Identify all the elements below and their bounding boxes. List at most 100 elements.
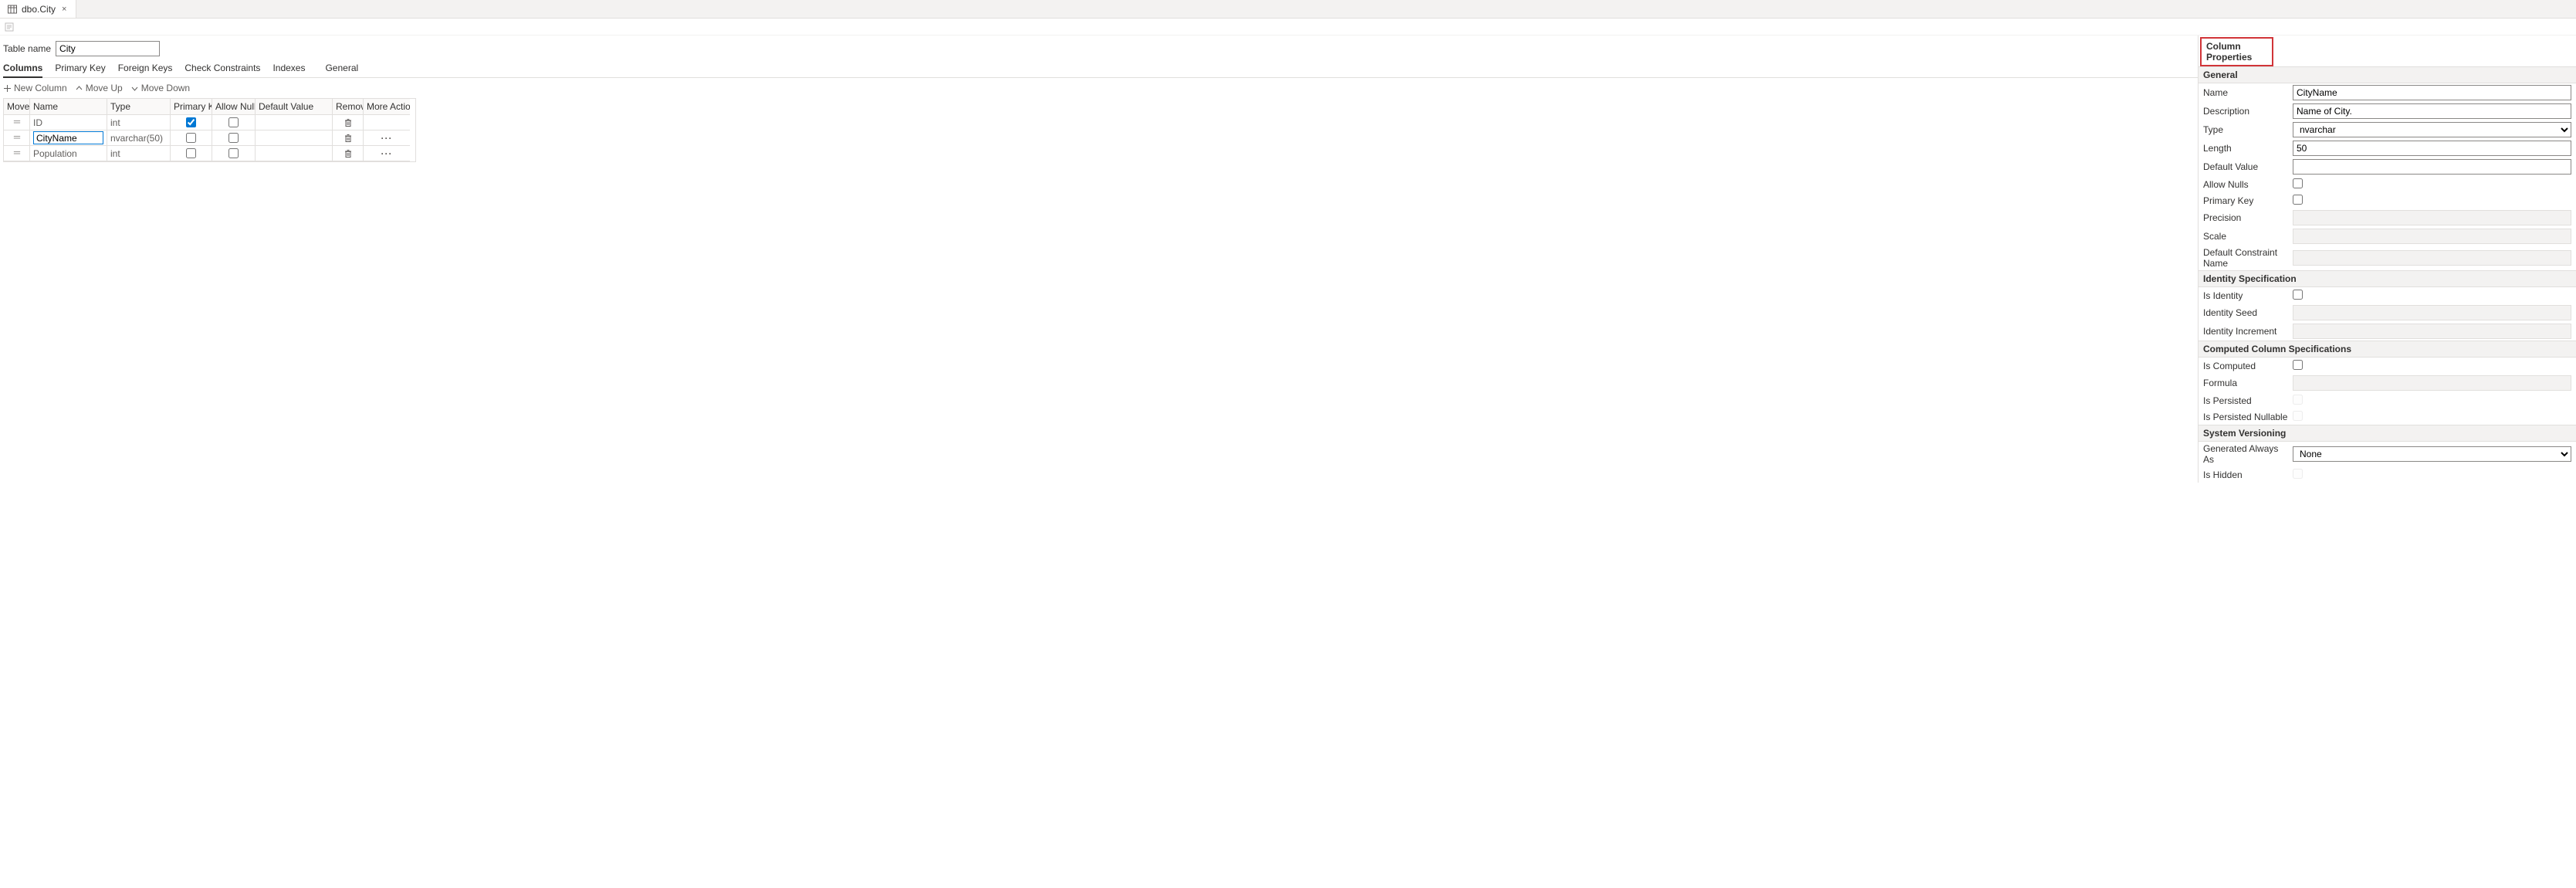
- allow-nulls-checkbox[interactable]: [228, 148, 239, 158]
- tab-indexes[interactable]: Indexes: [272, 63, 305, 77]
- cell-primary-key[interactable]: [171, 146, 212, 161]
- prop-name-label: Name: [2203, 87, 2288, 98]
- tab-foreign-keys[interactable]: Foreign Keys: [118, 63, 173, 77]
- prop-is-persisted-nullable-label: Is Persisted Nullable: [2203, 412, 2288, 422]
- col-name: Name: [30, 99, 107, 115]
- cell-more-actions[interactable]: ···: [364, 130, 410, 146]
- prop-default-value-label: Default Value: [2203, 161, 2288, 172]
- column-properties-title: Column Properties: [2200, 37, 2273, 66]
- cell-default-value[interactable]: [256, 130, 333, 146]
- cell-name[interactable]: ID: [30, 115, 107, 130]
- column-properties-pane: Column Properties General Name Descripti…: [2198, 36, 2576, 483]
- cell-more-actions[interactable]: ···: [364, 146, 410, 161]
- prop-scale-label: Scale: [2203, 231, 2288, 242]
- column-toolbar: New Column Move Up Move Down: [3, 78, 2198, 98]
- table-icon: [8, 5, 17, 14]
- cell-remove[interactable]: [333, 115, 364, 130]
- cell-allow-nulls[interactable]: [212, 146, 256, 161]
- close-icon[interactable]: ×: [60, 5, 68, 14]
- col-allow-nulls: Allow Nulls: [212, 99, 256, 115]
- prop-generated-select[interactable]: None: [2293, 446, 2571, 462]
- prop-default-constraint-input: [2293, 250, 2571, 266]
- prop-formula-label: Formula: [2203, 378, 2288, 388]
- table-row[interactable]: nvarchar(50) ···: [4, 130, 415, 146]
- prop-is-persisted-label: Is Persisted: [2203, 395, 2288, 406]
- table-row[interactable]: Population int ···: [4, 146, 415, 161]
- tab-dbo-city[interactable]: dbo.City ×: [0, 0, 76, 18]
- prop-is-hidden-label: Is Hidden: [2203, 469, 2288, 480]
- tab-primary-key[interactable]: Primary Key: [55, 63, 105, 77]
- move-up-button[interactable]: Move Up: [75, 83, 123, 93]
- prop-identity-increment-label: Identity Increment: [2203, 326, 2288, 337]
- cell-name[interactable]: [30, 130, 107, 146]
- chevron-down-icon: [130, 84, 139, 93]
- cell-remove[interactable]: [333, 146, 364, 161]
- tab-columns[interactable]: Columns: [3, 63, 42, 78]
- script-icon[interactable]: [5, 22, 14, 32]
- columns-grid: Move Name Type Primary Key Allow Nulls D…: [3, 98, 416, 162]
- table-row[interactable]: ID int: [4, 115, 415, 130]
- primary-key-checkbox[interactable]: [186, 148, 196, 158]
- drag-handle-icon[interactable]: [4, 130, 30, 146]
- cell-primary-key[interactable]: [171, 130, 212, 146]
- table-name-row: Table name: [3, 39, 2198, 61]
- chevron-up-icon: [75, 84, 83, 93]
- prop-is-computed-checkbox[interactable]: [2293, 360, 2303, 370]
- prop-allow-nulls-checkbox[interactable]: [2293, 178, 2303, 188]
- drag-handle-icon[interactable]: [4, 146, 30, 161]
- prop-length-input[interactable]: [2293, 141, 2571, 156]
- column-name-text: ID: [33, 117, 42, 128]
- prop-formula-input: [2293, 375, 2571, 391]
- table-name-input[interactable]: [56, 41, 160, 56]
- allow-nulls-checkbox[interactable]: [228, 133, 239, 143]
- tab-bar: dbo.City ×: [0, 0, 2576, 19]
- cell-default-value[interactable]: [256, 146, 333, 161]
- col-more-actions: More Actions: [364, 99, 410, 115]
- column-name-text: Population: [33, 148, 77, 159]
- primary-key-checkbox[interactable]: [186, 133, 196, 143]
- prop-identity-seed-input: [2293, 305, 2571, 320]
- cell-type[interactable]: int: [107, 146, 171, 161]
- tab-general[interactable]: General: [325, 63, 358, 77]
- prop-scale-input: [2293, 229, 2571, 244]
- trash-icon[interactable]: [344, 134, 353, 143]
- prop-identity-increment-input: [2293, 324, 2571, 339]
- primary-key-checkbox[interactable]: [186, 117, 196, 127]
- cell-default-value[interactable]: [256, 115, 333, 130]
- prop-primary-key-label: Primary Key: [2203, 195, 2288, 206]
- allow-nulls-checkbox[interactable]: [228, 117, 239, 127]
- prop-length-label: Length: [2203, 143, 2288, 154]
- trash-icon[interactable]: [344, 118, 353, 127]
- cell-primary-key[interactable]: [171, 115, 212, 130]
- cell-allow-nulls[interactable]: [212, 130, 256, 146]
- prop-identity-seed-label: Identity Seed: [2203, 307, 2288, 318]
- cell-name[interactable]: Population: [30, 146, 107, 161]
- column-name-input[interactable]: [33, 131, 103, 144]
- grid-header: Move Name Type Primary Key Allow Nulls D…: [4, 99, 415, 115]
- prop-description-input[interactable]: [2293, 103, 2571, 119]
- col-type: Type: [107, 99, 171, 115]
- more-actions-icon[interactable]: ···: [381, 148, 393, 159]
- move-down-button[interactable]: Move Down: [130, 83, 190, 93]
- prop-default-value-input[interactable]: [2293, 159, 2571, 175]
- prop-name-input[interactable]: [2293, 85, 2571, 100]
- tab-check-constraints[interactable]: Check Constraints: [184, 63, 260, 77]
- more-actions-icon[interactable]: ···: [381, 133, 393, 144]
- cell-type[interactable]: nvarchar(50): [107, 130, 171, 146]
- section-versioning: System Versioning: [2199, 425, 2576, 442]
- cell-remove[interactable]: [333, 130, 364, 146]
- cell-more-actions[interactable]: [364, 115, 410, 130]
- drag-handle-icon[interactable]: [4, 115, 30, 130]
- cell-type[interactable]: int: [107, 115, 171, 130]
- prop-type-select[interactable]: nvarchar: [2293, 122, 2571, 137]
- prop-primary-key-checkbox[interactable]: [2293, 195, 2303, 205]
- cell-allow-nulls[interactable]: [212, 115, 256, 130]
- section-general: General: [2199, 66, 2576, 83]
- left-pane: Table name Columns Primary Key Foreign K…: [0, 36, 2198, 162]
- table-name-label: Table name: [3, 43, 51, 54]
- prop-is-identity-checkbox[interactable]: [2293, 290, 2303, 300]
- col-primary-key: Primary Key: [171, 99, 212, 115]
- trash-icon[interactable]: [344, 149, 353, 158]
- new-column-button[interactable]: New Column: [3, 83, 67, 93]
- prop-type-label: Type: [2203, 124, 2288, 135]
